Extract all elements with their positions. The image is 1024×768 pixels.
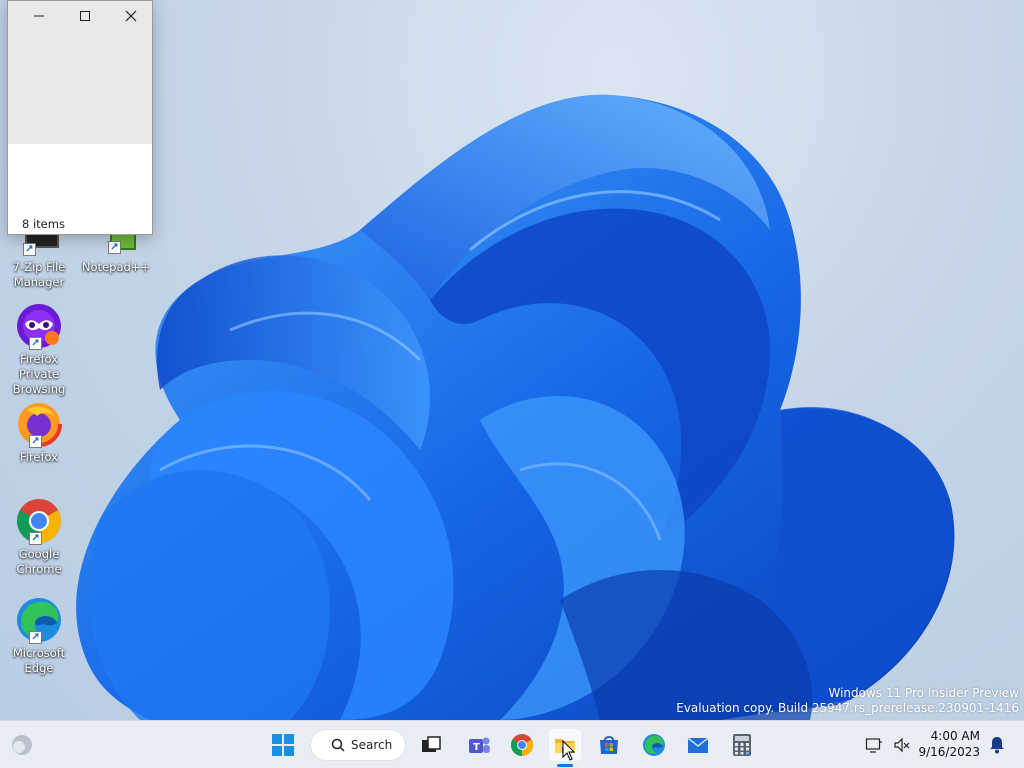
maximize-icon [80,11,90,21]
desktop-icon-label: Microsoft Edge [12,646,66,675]
desktop-icon-edge[interactable]: ↗ Microsoft Edge [0,596,78,676]
network-icon [865,738,882,753]
desktop-icon-label: Firefox [19,450,59,464]
taskbar-store-button[interactable] [593,729,625,761]
mouse-cursor-icon [562,740,576,761]
search-box[interactable]: Search [310,729,406,761]
minimize-icon [34,15,44,17]
network-button[interactable] [861,729,887,761]
svg-text:T: T [473,742,480,753]
chrome-icon: ↗ [15,497,63,545]
desktop-icon-firefox-private[interactable]: ↗ Firefox Private Browsing [0,302,78,397]
firefox-icon: ↗ [15,400,63,448]
active-app-indicator [557,764,573,767]
firefox-private-icon: ↗ [15,302,63,350]
bloom-graphic [76,94,955,720]
desktop-icon-label: Notepad++ [81,260,151,274]
chrome-icon [511,734,533,756]
teams-button[interactable]: T [463,729,495,761]
calculator-icon [733,734,751,756]
desktop-wallpaper [0,0,1024,720]
teams-icon: T [469,737,490,753]
edge-icon [643,734,665,756]
status-bar-item-count: 8 items [22,217,65,231]
task-view-icon [422,736,441,752]
store-icon [600,736,618,754]
taskbar-edge-button[interactable] [638,729,670,761]
notifications-button[interactable] [984,729,1010,761]
bell-icon [990,737,1004,754]
file-explorer-window[interactable]: 8 items [7,0,153,235]
clock-date: 9/16/2023 [918,745,980,759]
maximize-button[interactable] [70,5,100,27]
minimize-button[interactable] [24,5,54,27]
weather-widget-icon [12,735,32,755]
taskbar: Search T 4:00 AM 9/16/2023 [0,720,1024,768]
start-button[interactable] [267,729,299,761]
taskbar-calculator-button[interactable] [726,729,758,761]
widgets-button[interactable] [6,729,38,761]
taskbar-mail-button[interactable] [682,729,714,761]
desktop-icon-label: Firefox Private Browsing [12,352,66,396]
search-label: Search [351,738,393,752]
desktop-icon-chrome[interactable]: ↗ Google Chrome [0,497,78,577]
watermark-line2: Evaluation copy. Build 25947.rs_prerelea… [676,701,1019,715]
watermark-line1: Windows 11 Pro Insider Preview [828,686,1019,700]
close-icon [125,10,137,22]
task-view-button[interactable] [415,729,447,761]
volume-muted-icon [894,737,910,753]
mail-icon [687,737,709,753]
volume-button[interactable] [889,729,915,761]
edge-icon: ↗ [15,596,63,644]
taskbar-chrome-button[interactable] [506,729,538,761]
desktop-icon-label: 7-Zip File Manager [12,260,66,289]
desktop-icon-label: Google Chrome [16,547,62,576]
close-button[interactable] [116,5,146,27]
search-icon [331,738,345,752]
clock[interactable]: 4:00 AM 9/16/2023 [918,728,980,760]
desktop-icon-firefox[interactable]: ↗ Firefox [0,400,78,465]
clock-time: 4:00 AM [930,729,980,743]
start-icon [272,734,294,756]
